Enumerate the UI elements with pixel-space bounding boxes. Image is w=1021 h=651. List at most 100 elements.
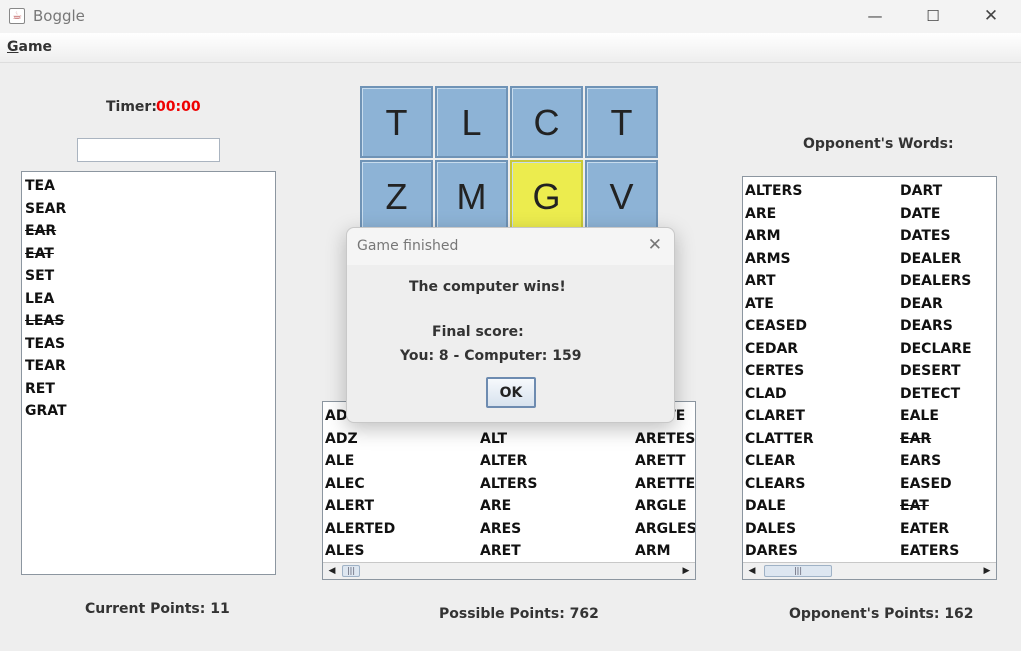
letter-tile[interactable]: Z [360,160,433,232]
java-cup-icon: ☕ [9,8,25,24]
opponent-word-item: CERTES [745,363,805,379]
possible-word-item: ARGLES [635,520,696,537]
opponent-word-item: ARMS [745,250,791,267]
opponent-words-column: ALTERS ARE ARM ARMS ART ATE CEASED CEDAR CERTES C… [745,180,814,563]
maximize-button[interactable]: ☐ [904,0,962,33]
timer-label: Timer: [106,99,157,115]
possible-word-item: ARGLE [635,498,687,514]
letter-tile[interactable]: G [510,160,583,232]
possible-word-item: ADZ [325,430,358,447]
dialog-titlebar: Game finished ✕ [347,228,674,265]
possible-word-item: ARES [480,520,522,537]
opponent-word-item: DART [900,183,943,199]
scrollbar-thumb[interactable]: ||| [764,565,832,577]
minimize-button[interactable]: — [846,0,904,33]
found-word-item: GRAT [25,403,67,419]
dialog-close-icon[interactable]: ✕ [648,235,662,255]
possible-words-column: ALTALTALTERALTERSAREARESARET [480,405,537,563]
opponent-word-item: DEALERS [900,273,972,289]
possible-word-item: ALTER [480,453,528,469]
possible-word-item: ARET [480,543,521,559]
opponent-words-title: Opponent's Words: [803,136,954,152]
opponent-points: Opponent's Points: 162 [789,606,974,622]
scrollbar-thumb[interactable]: ||| [342,565,360,577]
possible-word-item: ALEC [325,475,365,492]
horizontal-scrollbar[interactable]: ◀ ||| ▶ [743,562,996,579]
possible-words-list[interactable]: ADZADZALEALECALERTALERTEDALES ALTALTALTE… [322,401,696,580]
window-titlebar: ☕ Boggle — ☐ ✕ [0,0,1021,33]
opponent-word-item: EARS [900,453,942,469]
possible-word-item: ALT [480,430,507,447]
opponent-word-item: CEDAR [745,340,799,357]
letter-tile[interactable]: L [435,86,508,158]
opponent-word-item: DARES [745,543,798,559]
possible-words-column: ARETEARETESARETTARETTEARGLEARGLESARM [635,405,696,563]
possible-word-item: ARE [480,498,512,514]
found-word-item: LEAS [25,313,65,329]
found-word-item: SEAR [25,200,67,217]
opponent-word-item: CLARET [745,408,805,424]
letter-tile[interactable]: T [360,86,433,158]
possible-word-item: ARM [635,543,671,559]
opponent-word-item: EAR [900,430,932,447]
menu-bar: Game [0,33,1021,63]
found-word-item: SET [25,268,55,284]
menu-game[interactable]: Game [7,39,52,55]
opponent-words-column: DART DATE DATES DEALER DEALERS DEAR DEARS DECLA… [900,180,972,563]
scroll-right-icon[interactable]: ▶ [979,564,995,578]
found-word-item: TEA [25,178,55,194]
opponent-word-item: DECLARE [900,340,972,357]
opponent-word-item: DEAR [900,295,943,312]
ok-button[interactable]: OK [486,377,536,408]
opponent-word-item: DEALER [900,250,962,267]
found-word-item: EAR [25,223,57,239]
possible-words-column: ADZ ADZ ALE ALEC ALERT ALERTED ALES [325,405,395,563]
dialog-title: Game finished [357,238,459,254]
letter-tile[interactable]: V [585,160,658,232]
scroll-right-icon[interactable]: ▶ [678,564,694,578]
possible-word-item: ALTERS [480,475,538,492]
opponent-word-item: ARE [745,205,777,222]
possible-word-item: ARETTE [635,475,696,492]
opponent-word-item: ALTERS [745,183,803,199]
opponent-word-item: DALE [745,498,786,514]
timer-value: 00:00 [156,99,201,115]
found-words-list[interactable]: TEA SEAR EAR EAT SET LEA LEAS TEAS TEAR RET GRAT [21,171,276,575]
found-word-item: EAT [25,245,54,262]
found-word-item: TEAR [25,358,66,374]
letter-tile[interactable]: M [435,160,508,232]
opponent-word-item: ATE [745,295,774,312]
letter-tile[interactable]: T [585,86,658,158]
opponent-word-item: CLEARS [745,475,806,492]
window-title: Boggle [33,7,85,25]
opponent-word-item: CEASED [745,318,807,334]
opponent-words-list[interactable]: ALTERS ARE ARM ARMS ART ATE CEASED CEDAR CERTES C… [742,176,997,580]
opponent-word-item: CLATTER [745,430,814,447]
current-points: Current Points: 11 [85,601,230,617]
word-input[interactable] [77,138,220,162]
dialog-message: The computer wins! [409,279,566,295]
possible-word-item: ALERT [325,498,375,514]
scroll-left-icon[interactable]: ◀ [324,564,340,578]
opponent-word-item: ARM [745,228,781,244]
opponent-word-item: EALE [900,408,939,424]
opponent-word-item: EASED [900,475,952,492]
opponent-word-item: DALES [745,520,797,537]
opponent-word-item: EATERS [900,543,960,559]
possible-word-item: ALERTED [325,520,396,537]
opponent-word-item: DATE [900,205,941,222]
possible-word-item: ARETES [635,430,696,447]
opponent-word-item: EAT [900,498,929,514]
opponent-word-item: CLEAR [745,453,796,469]
dialog-final-label: Final score: [432,324,524,340]
horizontal-scrollbar[interactable]: ◀ ||| ▶ [323,562,695,579]
opponent-word-item: ART [745,273,776,289]
opponent-word-item: DATES [900,228,951,244]
scroll-left-icon[interactable]: ◀ [744,564,760,578]
close-window-button[interactable]: ✕ [962,0,1020,33]
possible-word-item: ALES [325,543,365,559]
possible-points: Possible Points: 762 [439,606,599,622]
letter-tile[interactable]: C [510,86,583,158]
opponent-word-item: DEARS [900,318,953,334]
possible-word-item: ALE [325,453,355,469]
